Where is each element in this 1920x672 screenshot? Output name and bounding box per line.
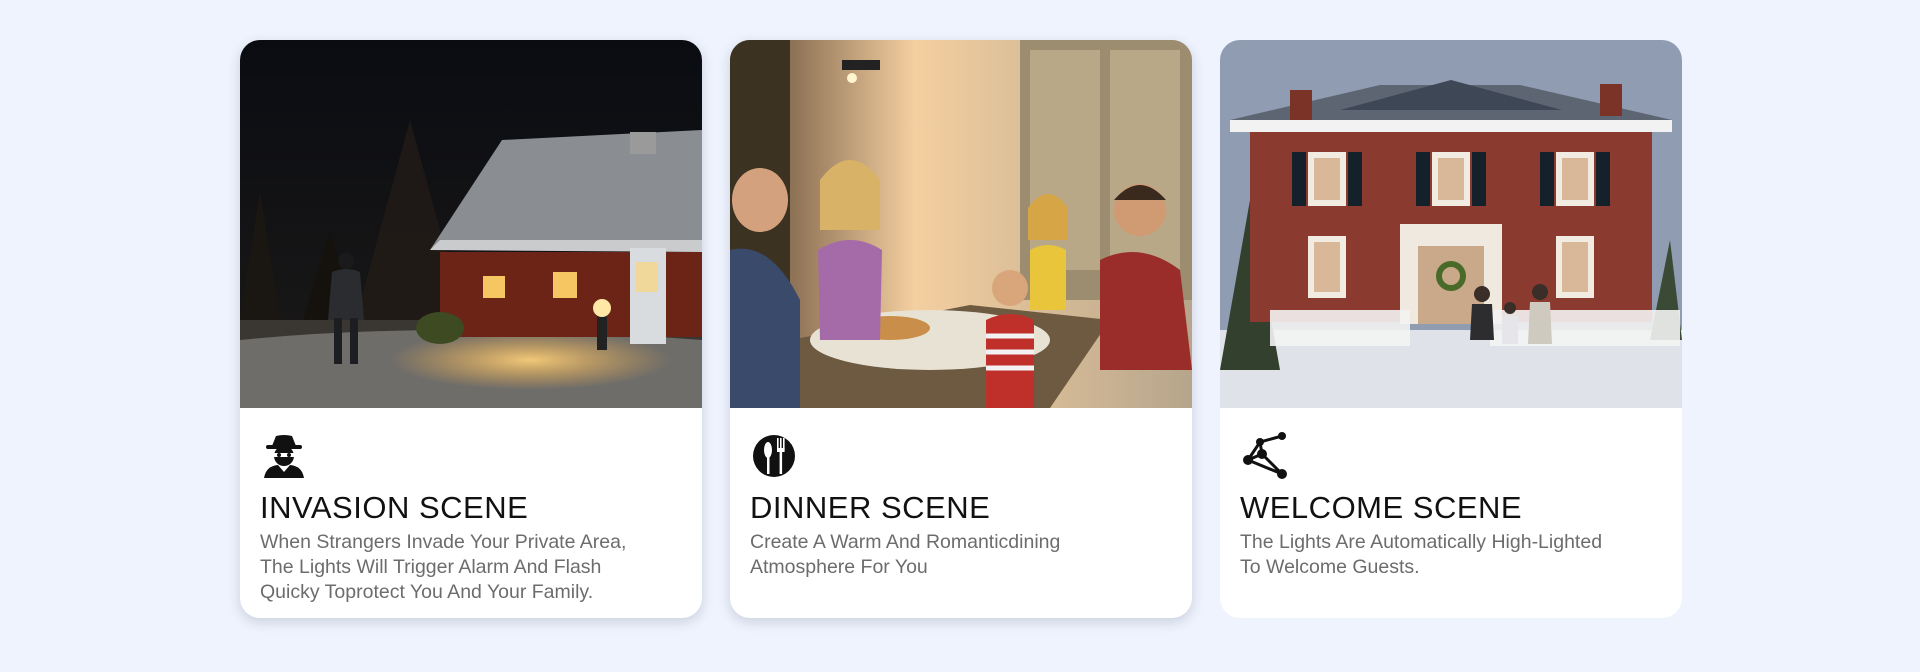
invasion-scene-photo <box>240 40 702 408</box>
scene-card-invasion[interactable]: INVASION SCENE When Strangers Invade You… <box>240 40 702 618</box>
scene-card-dinner[interactable]: DINNER SCENE Create A Warm And Romanticd… <box>730 40 1192 618</box>
intruder-icon <box>260 432 308 480</box>
invasion-card-body: INVASION SCENE When Strangers Invade You… <box>260 432 682 605</box>
invasion-scene-description: When Strangers Invade Your Private Area,… <box>260 531 627 603</box>
dinner-card-body: DINNER SCENE Create A Warm And Romanticd… <box>750 432 1172 580</box>
connection-nodes-icon <box>1240 432 1288 480</box>
dinner-scene-photo <box>730 40 1192 408</box>
welcome-scene-description: The Lights Are Automatically High-Lighte… <box>1240 531 1603 578</box>
cutlery-icon <box>750 432 798 480</box>
scene-card-welcome[interactable]: WELCOME SCENE The Lights Are Automatical… <box>1220 40 1682 618</box>
welcome-scene-photo <box>1220 40 1682 408</box>
invasion-scene-title: INVASION SCENE <box>260 490 529 525</box>
dinner-scene-description: Create A Warm And Romanticdining Atmosph… <box>750 531 1061 578</box>
welcome-scene-title: WELCOME SCENE <box>1240 490 1523 525</box>
dinner-scene-title: DINNER SCENE <box>750 490 991 525</box>
welcome-card-body: WELCOME SCENE The Lights Are Automatical… <box>1240 432 1662 580</box>
